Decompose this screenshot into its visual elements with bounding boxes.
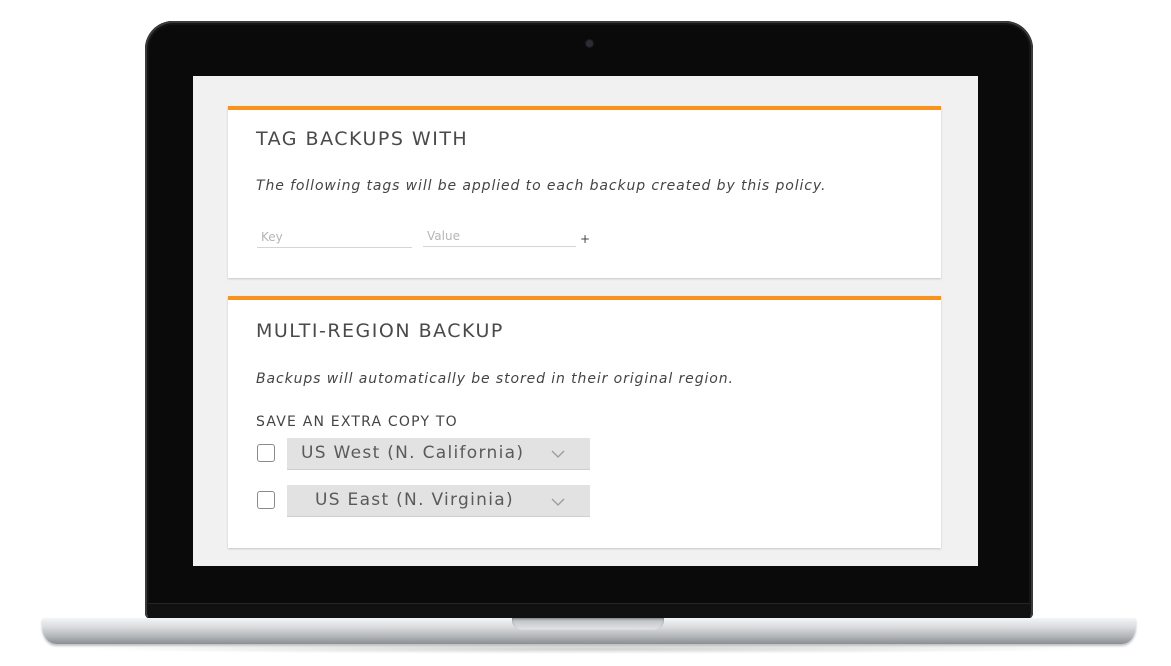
laptop-shadow [80, 644, 1098, 654]
us-east-region-label: US East (N. Virginia) [315, 490, 514, 510]
tag-section-description: The following tags will be applied to ea… [256, 178, 827, 194]
extra-copy-label: SAVE AN EXTRA COPY TO [256, 414, 458, 430]
region-section-description: Backups will automatically be stored in … [256, 371, 734, 387]
tag-value-input[interactable] [423, 225, 576, 247]
tag-backups-card: TAG BACKUPS WITH The following tags will… [228, 106, 941, 278]
us-east-region-select[interactable]: US East (N. Virginia) [287, 485, 590, 517]
camera-icon [586, 40, 593, 47]
laptop-notch [512, 618, 664, 630]
app-screen: TAG BACKUPS WITH The following tags will… [193, 76, 978, 566]
add-tag-button[interactable]: + [580, 232, 590, 246]
tag-section-title: TAG BACKUPS WITH [256, 128, 469, 150]
us-west-checkbox[interactable] [257, 444, 275, 462]
us-west-region-label: US West (N. California) [301, 443, 525, 463]
tag-key-input[interactable] [257, 226, 412, 248]
laptop-mockup: TAG BACKUPS WITH The following tags will… [0, 0, 1171, 666]
region-section-title: MULTI-REGION BACKUP [256, 320, 504, 342]
us-east-checkbox[interactable] [257, 491, 275, 509]
chevron-down-icon [551, 450, 565, 458]
us-west-region-select[interactable]: US West (N. California) [287, 438, 590, 470]
chevron-down-icon [551, 498, 565, 506]
bezel-bottom [148, 603, 1030, 618]
multi-region-card: MULTI-REGION BACKUP Backups will automat… [228, 296, 941, 548]
